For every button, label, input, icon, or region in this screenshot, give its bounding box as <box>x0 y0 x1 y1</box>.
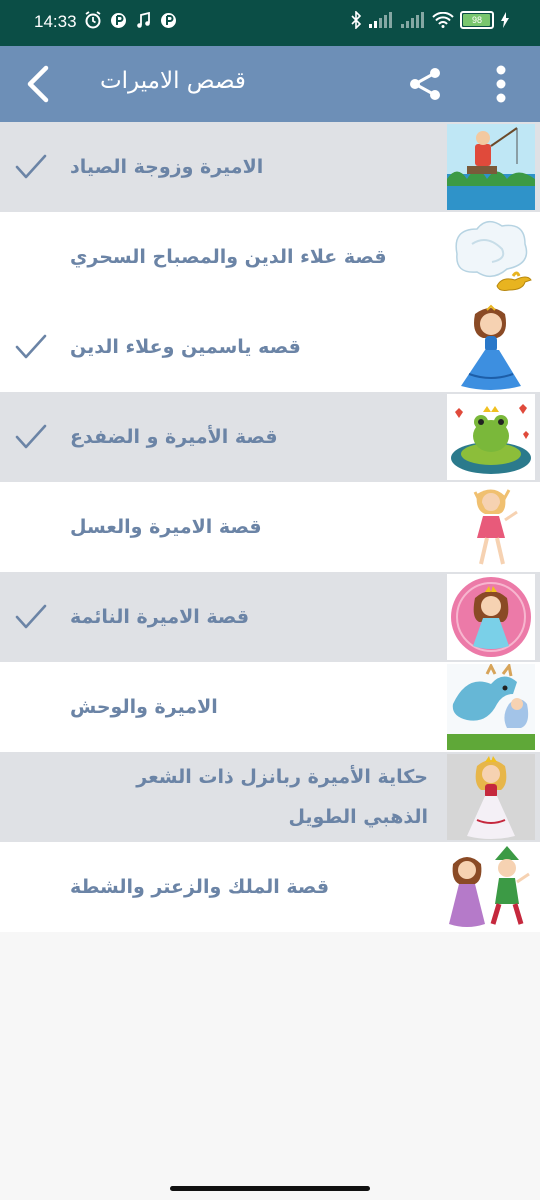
more-options-button[interactable] <box>480 46 522 122</box>
story-row[interactable]: قصة الاميرة النائمة <box>0 572 540 662</box>
media-icon <box>111 12 126 28</box>
navigation-handle[interactable] <box>170 1186 370 1191</box>
dragon-thumb <box>447 664 535 750</box>
story-title: قصة الاميرة النائمة <box>70 606 250 628</box>
princess-pink-thumb <box>447 574 535 660</box>
page-title: قصص الاميرات <box>100 68 246 94</box>
more-vertical-icon <box>496 65 506 103</box>
bluetooth-icon <box>351 11 362 29</box>
story-row[interactable]: الاميرة والوحش <box>0 662 540 752</box>
fairy-thumb <box>447 484 535 570</box>
check-icon <box>15 424 47 449</box>
story-row[interactable]: قصة الملك والزعتر والشطة <box>0 842 540 932</box>
frog-thumb <box>447 394 535 480</box>
status-time: 14:33 <box>34 12 77 31</box>
story-title: قصة علاء الدين والمصباح السحري <box>70 246 387 268</box>
magic-lamp-thumb <box>447 214 535 300</box>
story-title: الاميرة والوحش <box>70 696 218 718</box>
check-icon <box>15 334 47 359</box>
wifi-icon <box>432 12 454 28</box>
charging-icon <box>501 12 509 28</box>
story-list: الاميرة وزوجة الصياد قصة علاء الدين والم… <box>0 122 540 932</box>
back-button[interactable] <box>14 46 64 122</box>
music-icon <box>137 11 150 28</box>
check-icon <box>15 154 47 179</box>
story-row[interactable]: قصة الأميرة و الضفدع <box>0 392 540 482</box>
story-title: قصة الاميرة والعسل <box>70 516 262 538</box>
signal-icon <box>401 12 424 28</box>
rapunzel-thumb <box>447 754 535 840</box>
battery-icon: 98 <box>460 11 494 29</box>
status-bar: 14:33 98 <box>0 0 540 46</box>
share-button[interactable] <box>400 46 450 122</box>
story-title: الاميرة وزوجة الصياد <box>70 156 264 178</box>
story-title: قصه ياسمين وعلاء الدين <box>70 336 301 358</box>
status-left-icons <box>84 11 177 29</box>
check-icon <box>15 604 47 629</box>
signal-icon <box>369 12 392 28</box>
chevron-left-icon <box>27 65 49 103</box>
story-row[interactable]: قصة الاميرة والعسل <box>0 482 540 572</box>
toolbar: قصص الاميرات <box>0 46 540 122</box>
princess-blue-dress-thumb <box>447 304 535 390</box>
media-icon <box>161 12 176 28</box>
fisherman-thumb <box>447 124 535 210</box>
share-icon <box>410 68 440 100</box>
story-row[interactable]: الاميرة وزوجة الصياد <box>0 122 540 212</box>
story-title: حكاية الأميرة ربانزل ذات الشعر الذهبي ال… <box>136 766 428 828</box>
king-and-girl-thumb <box>447 844 535 930</box>
alarm-icon <box>85 11 101 29</box>
status-right-icons: 98 <box>350 11 510 29</box>
battery-level: 98 <box>471 15 482 25</box>
story-title: قصة الملك والزعتر والشطة <box>70 876 330 898</box>
story-title: قصة الأميرة و الضفدع <box>70 426 278 448</box>
story-row[interactable]: حكاية الأميرة ربانزل ذات الشعر الذهبي ال… <box>0 752 540 842</box>
story-row[interactable]: قصة علاء الدين والمصباح السحري <box>0 212 540 302</box>
story-row[interactable]: قصه ياسمين وعلاء الدين <box>0 302 540 392</box>
